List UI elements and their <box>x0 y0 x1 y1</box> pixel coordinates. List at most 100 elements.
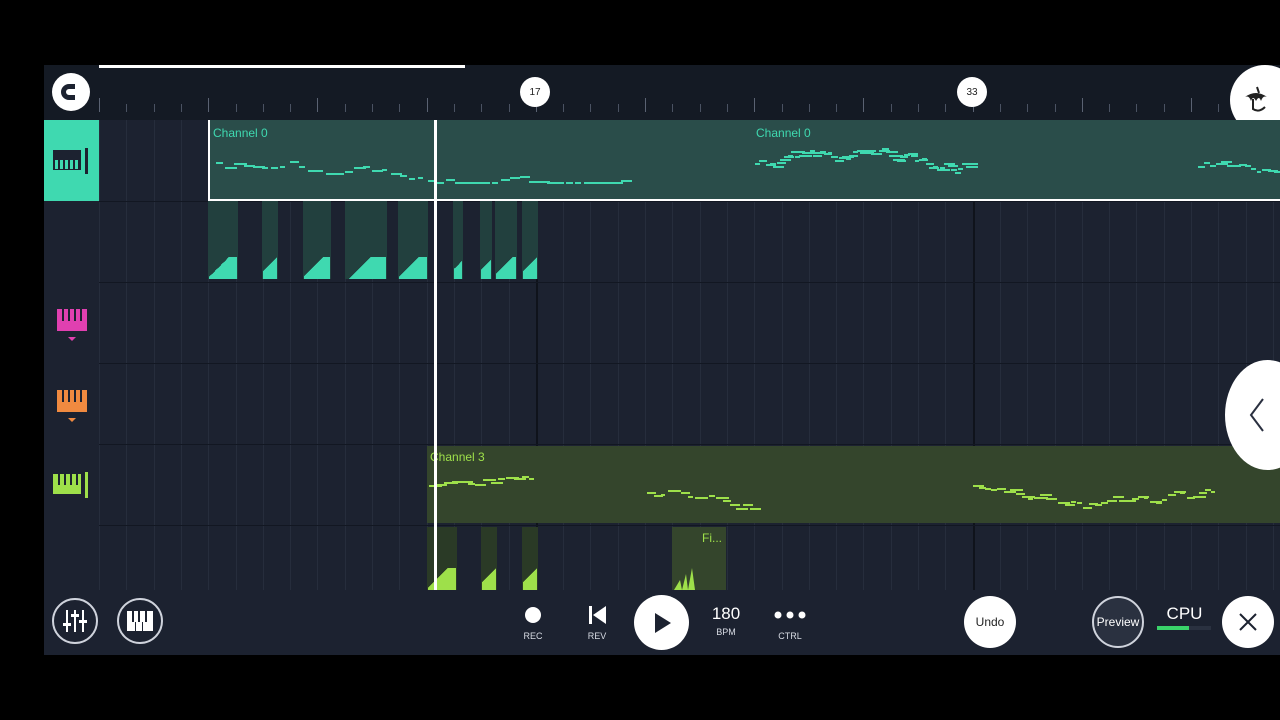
ruler-tick <box>1109 104 1111 112</box>
ctrl-label: CTRL <box>778 631 802 641</box>
mixer-button[interactable] <box>52 598 98 644</box>
ruler-tick <box>945 104 947 112</box>
ruler-tick <box>453 104 455 112</box>
ruler-tick <box>1136 104 1138 112</box>
rewind-button[interactable]: REV <box>577 605 617 641</box>
note <box>547 182 557 184</box>
note <box>885 150 899 153</box>
fl-fruit-logo-icon <box>1245 86 1267 112</box>
note <box>896 160 907 163</box>
note <box>1192 496 1207 498</box>
track-header-magenta[interactable] <box>44 282 99 363</box>
audio-waveform <box>454 257 462 279</box>
note <box>922 158 928 161</box>
ruler-tick <box>126 104 128 112</box>
horizontal-scrollbar[interactable] <box>99 65 465 68</box>
audio-waveform <box>263 257 277 279</box>
audio-clip[interactable] <box>262 201 278 279</box>
piano-roll-button[interactable] <box>117 598 163 644</box>
record-icon <box>525 607 541 623</box>
track-row[interactable] <box>44 282 1280 364</box>
ruler-tick <box>563 104 565 112</box>
audio-clip[interactable] <box>495 201 517 279</box>
playhead[interactable] <box>434 120 437 590</box>
ruler-tick <box>235 104 237 112</box>
note <box>1095 503 1103 506</box>
pattern-clip[interactable]: Channel 0 <box>208 120 753 201</box>
pattern-clip[interactable]: Channel 3 <box>427 446 1280 523</box>
note <box>969 162 979 165</box>
close-button[interactable] <box>1222 596 1274 648</box>
note <box>1210 490 1216 493</box>
playlist-tracks[interactable]: Channel 0 Channel 0 Channel 3 Fi... <box>44 120 1280 591</box>
audio-clip[interactable]: Fi... <box>672 527 726 590</box>
ruler-tick <box>754 98 756 112</box>
note <box>954 172 961 175</box>
track-row[interactable] <box>44 363 1280 445</box>
ruler-tick <box>1218 104 1220 112</box>
note <box>501 178 511 181</box>
undo-button[interactable]: Undo <box>964 596 1016 648</box>
note <box>780 158 792 161</box>
audio-clip[interactable] <box>208 201 238 279</box>
note <box>521 476 529 479</box>
bar-marker-17[interactable]: 17 <box>520 77 550 107</box>
ctrl-button[interactable]: CTRL <box>770 605 810 641</box>
audio-clip[interactable] <box>480 201 492 279</box>
ruler-tick <box>1027 104 1029 112</box>
ruler-tick <box>481 104 483 112</box>
note <box>335 172 345 175</box>
track-row[interactable] <box>44 201 1280 283</box>
audio-clip[interactable] <box>345 201 387 279</box>
audio-clip[interactable] <box>453 201 463 279</box>
note <box>409 177 415 180</box>
note <box>529 478 535 481</box>
track-header-empty[interactable] <box>44 201 99 282</box>
magnet-snap-button[interactable] <box>52 73 90 111</box>
audio-waveform <box>482 568 496 590</box>
track-row[interactable]: Fi... <box>44 525 1280 591</box>
track-header-teal[interactable] <box>44 120 99 201</box>
ruler-tick <box>1163 104 1165 112</box>
record-button[interactable]: REC <box>513 605 553 641</box>
bar-marker-33[interactable]: 33 <box>957 77 987 107</box>
note <box>702 496 709 499</box>
clip-label: Channel 0 <box>213 126 268 140</box>
cpu-meter[interactable]: CPU <box>1157 604 1212 630</box>
note <box>475 484 487 487</box>
cpu-label: CPU <box>1166 604 1203 623</box>
note <box>755 162 761 165</box>
track-header-empty[interactable] <box>44 525 99 590</box>
cpu-bar <box>1157 626 1211 630</box>
tempo-button[interactable]: 180 BPM <box>706 605 746 638</box>
audio-clip[interactable] <box>522 201 538 279</box>
ruler-tick <box>208 98 210 112</box>
audio-waveform <box>523 568 537 590</box>
note <box>674 489 680 492</box>
note <box>1143 497 1149 500</box>
note <box>317 169 323 172</box>
ruler-tick <box>863 98 865 112</box>
track-header-orange[interactable] <box>44 363 99 444</box>
track-header-lime[interactable] <box>44 444 99 525</box>
audio-clip[interactable] <box>303 201 331 279</box>
note <box>1180 492 1186 495</box>
audio-clip[interactable] <box>427 527 457 590</box>
note <box>911 155 918 158</box>
track-row[interactable]: Channel 3 <box>44 444 1280 526</box>
timeline-ruler[interactable]: 17 33 <box>44 65 1280 135</box>
play-button[interactable] <box>634 595 689 650</box>
note <box>1156 501 1162 504</box>
note <box>490 481 504 484</box>
audio-clip[interactable] <box>398 201 428 279</box>
pattern-clip[interactable]: Channel 0 <box>753 120 1280 201</box>
note <box>280 165 285 168</box>
preview-button[interactable]: Preview <box>1092 596 1144 648</box>
note <box>831 156 838 159</box>
audio-clip[interactable] <box>481 527 497 590</box>
audio-clip[interactable] <box>522 527 538 590</box>
note <box>216 162 224 165</box>
audio-waveform <box>523 257 537 279</box>
track-row[interactable]: Channel 0 Channel 0 <box>44 120 1280 202</box>
note <box>660 493 665 496</box>
